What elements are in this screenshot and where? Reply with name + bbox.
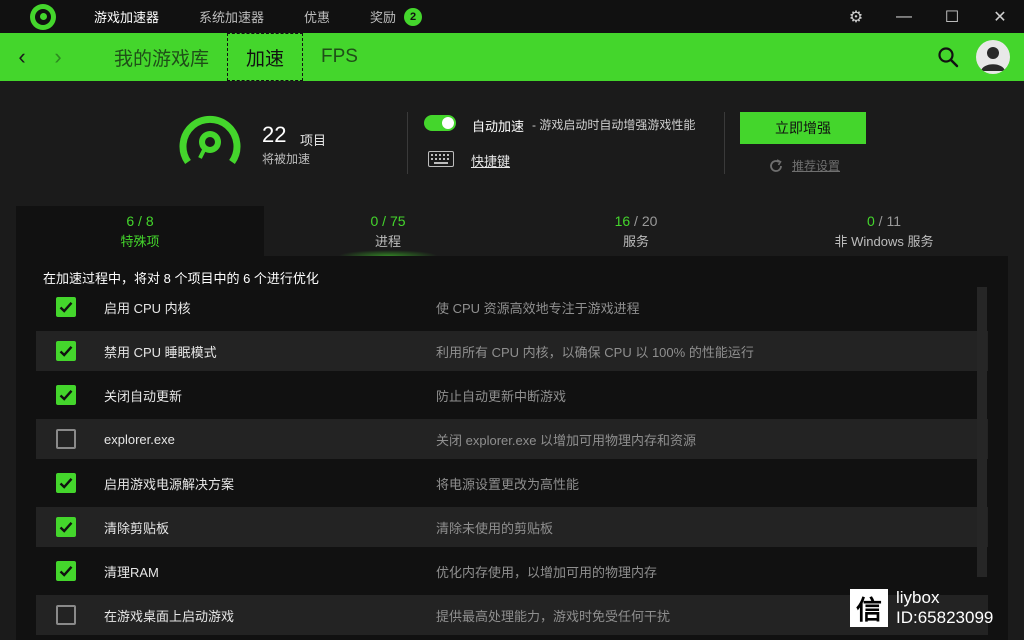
- back-arrow-icon[interactable]: ‹: [4, 33, 40, 81]
- divider: [724, 112, 725, 174]
- category-tabs: 6 / 8 特殊项 0 / 75 进程 16 / 20 服务 0 / 11 非 …: [16, 206, 1008, 256]
- checkmark-icon: [59, 522, 73, 533]
- tab-system-booster[interactable]: 系统加速器: [199, 7, 264, 26]
- nav-bar: ‹ › 我的游戏库 加速 FPS: [0, 33, 1024, 81]
- checkbox-checked[interactable]: [56, 385, 76, 405]
- boost-gauge-icon: [179, 115, 241, 165]
- list-item[interactable]: 启用游戏电源解决方案 将电源设置更改为高性能: [36, 463, 988, 503]
- boost-count-unit: 项目: [300, 133, 327, 148]
- checkbox-checked[interactable]: [56, 297, 76, 317]
- settings-gear-icon[interactable]: ⚙: [832, 0, 880, 33]
- checkbox-unchecked[interactable]: [56, 605, 76, 625]
- divider: [407, 112, 408, 174]
- top-tabs: 游戏加速器 系统加速器 优惠 奖励 2: [94, 0, 462, 33]
- recommended-settings-label: 推荐设置: [792, 159, 841, 173]
- watermark-line1: liybox: [896, 588, 940, 607]
- item-description: 清除未使用的剪贴板: [436, 520, 554, 536]
- item-name: 关闭自动更新: [104, 388, 183, 404]
- item-description: 防止自动更新中断游戏: [436, 388, 567, 404]
- item-name: 清理RAM: [104, 564, 159, 580]
- tab-services[interactable]: 16 / 20 服务: [512, 206, 760, 256]
- checkbox-checked[interactable]: [56, 517, 76, 537]
- checkbox-checked[interactable]: [56, 473, 76, 493]
- category-name: 进程: [374, 233, 401, 249]
- scrollbar[interactable]: [977, 287, 987, 577]
- auto-boost-toggle[interactable]: [424, 115, 456, 131]
- minimize-button[interactable]: —: [880, 0, 928, 33]
- checkmark-icon: [59, 346, 73, 357]
- maximize-button[interactable]: ☐: [928, 0, 976, 33]
- item-name: 在游戏桌面上启动游戏: [104, 608, 235, 624]
- tab-non-windows-services[interactable]: 0 / 11 非 Windows 服务: [760, 206, 1008, 256]
- list-item[interactable]: 在游戏桌面上启动游戏 提供最高处理能力，游戏时免受任何干扰: [36, 595, 988, 635]
- item-description: 优化内存使用，以增加可用的物理内存: [436, 564, 658, 580]
- tab-fps[interactable]: FPS: [303, 33, 376, 81]
- item-name: explorer.exe: [104, 431, 175, 447]
- search-icon[interactable]: [936, 45, 960, 69]
- checkmark-icon: [59, 390, 73, 401]
- item-name: 禁用 CPU 睡眠模式: [104, 344, 217, 360]
- auto-boost-label: 自动加速: [472, 119, 525, 134]
- item-name: 启用游戏电源解决方案: [104, 476, 235, 492]
- list-item[interactable]: 启用 CPU 内核 使 CPU 资源高效地专注于游戏进程: [36, 287, 988, 327]
- item-description: 将电源设置更改为高性能: [436, 476, 580, 492]
- category-name: 非 Windows 服务: [834, 233, 934, 249]
- list-item[interactable]: 清理RAM 优化内存使用，以增加可用的物理内存: [36, 551, 988, 591]
- window-controls: ⚙ — ☐ ✕: [832, 0, 1024, 33]
- tab-game-booster[interactable]: 游戏加速器: [94, 7, 159, 26]
- item-name: 启用 CPU 内核: [104, 300, 191, 316]
- tab-deals[interactable]: 优惠: [304, 7, 330, 26]
- list-item[interactable]: 禁用 CPU 睡眠模式 利用所有 CPU 内核，以确保 CPU 以 100% 的性…: [36, 331, 988, 371]
- boost-count: 22: [262, 122, 287, 147]
- watermark-line2: ID:65823099: [896, 608, 994, 627]
- category-name: 服务: [622, 233, 649, 249]
- item-description: 利用所有 CPU 内核，以确保 CPU 以 100% 的性能运行: [436, 344, 754, 360]
- shortcut-link[interactable]: 快捷键: [471, 151, 510, 170]
- close-button[interactable]: ✕: [976, 0, 1024, 33]
- tab-processes[interactable]: 0 / 75 进程: [264, 206, 512, 256]
- rewards-badge: 2: [404, 7, 423, 26]
- category-name: 特殊项: [120, 233, 160, 249]
- checkbox-unchecked[interactable]: [56, 429, 76, 449]
- checkmark-icon: [59, 566, 73, 577]
- item-description: 关闭 explorer.exe 以增加可用物理内存和资源: [436, 432, 697, 448]
- tab-rewards[interactable]: 奖励 2: [370, 7, 423, 26]
- boost-count-caption: 将被加速: [262, 152, 311, 166]
- category-count: 6 / 8: [126, 212, 154, 229]
- item-description: 使 CPU 资源高效地专注于游戏进程: [436, 300, 640, 316]
- panel-heading: 在加速过程中，将对 8 个项目中的 6 个进行优化: [43, 271, 319, 286]
- boost-now-button[interactable]: 立即增强: [740, 112, 866, 144]
- auto-boost-description: - 游戏启动时自动增强游戏性能: [532, 118, 696, 132]
- list-item[interactable]: 清除剪贴板 清除未使用的剪贴板: [36, 507, 988, 547]
- tab-boost[interactable]: 加速: [227, 33, 304, 81]
- category-count: 0 / 11: [866, 212, 901, 229]
- refresh-icon: [770, 158, 782, 172]
- watermark-logo: 信: [850, 589, 888, 627]
- watermark: 信 liybox ID:65823099: [850, 588, 993, 628]
- app-logo-icon: [30, 3, 56, 30]
- category-count: 0 / 75: [370, 212, 406, 229]
- user-avatar[interactable]: [976, 40, 1010, 74]
- tab-special-items[interactable]: 6 / 8 特殊项: [16, 206, 264, 256]
- item-name: 清除剪贴板: [104, 520, 170, 536]
- keyboard-icon: [428, 151, 454, 167]
- nav-tabs: 我的游戏库 加速 FPS: [96, 33, 376, 81]
- tab-my-library[interactable]: 我的游戏库: [96, 33, 227, 81]
- checkmark-icon: [59, 302, 73, 313]
- item-description: 提供最高处理能力，游戏时免受任何干扰: [436, 608, 671, 624]
- checkbox-checked[interactable]: [56, 341, 76, 361]
- category-count: 16 / 20: [614, 212, 658, 229]
- list-item[interactable]: explorer.exe 关闭 explorer.exe 以增加可用物理内存和资源: [36, 419, 988, 459]
- forward-arrow-icon[interactable]: ›: [40, 33, 76, 81]
- title-bar: 游戏加速器 系统加速器 优惠 奖励 2 ⚙ — ☐ ✕: [0, 0, 1024, 33]
- list-item[interactable]: 关闭自动更新 防止自动更新中断游戏: [36, 375, 988, 415]
- checkbox-checked[interactable]: [56, 561, 76, 581]
- recommended-settings-link[interactable]: 推荐设置: [768, 157, 840, 174]
- checkmark-icon: [59, 478, 73, 489]
